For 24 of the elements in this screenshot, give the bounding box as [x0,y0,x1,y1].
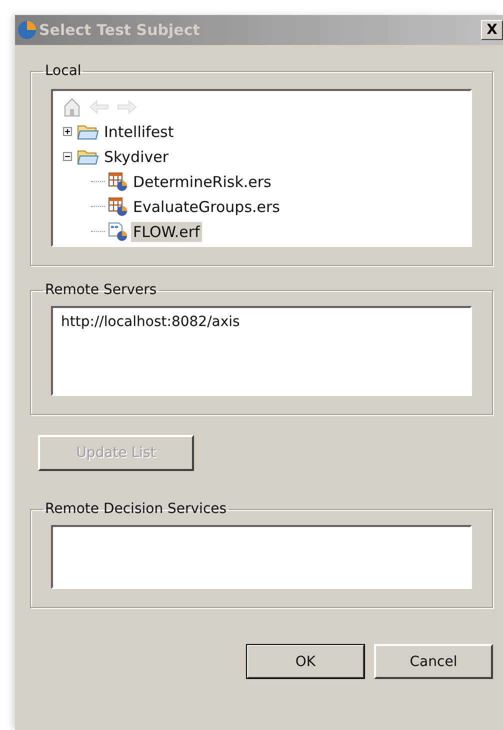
collapse-icon[interactable] [63,152,74,161]
window-title: Select Test Subject [39,21,201,39]
back-arrow-icon[interactable] [89,100,109,114]
table-icon [108,172,128,192]
app-logo-icon [17,20,37,40]
table-icon [108,196,128,216]
home-icon[interactable] [63,97,81,117]
document-icon [108,222,128,242]
group-label: Remote Decision Services [44,501,228,517]
tree-item[interactable]: Skydiver [102,146,171,166]
tree-item[interactable]: FLOW.erf [131,222,202,242]
group-label: Remote Servers [44,282,158,298]
ok-button[interactable]: OK [246,644,365,679]
tree-item[interactable]: Intellifest [102,122,176,142]
tree-item[interactable]: EvaluateGroups.ers [131,196,282,216]
folder-icon [77,123,99,140]
group-label: Local [44,63,82,79]
close-button[interactable]: X [481,20,503,40]
cancel-button[interactable]: Cancel [374,644,493,679]
list-item[interactable]: http://localhost:8082/axis [61,314,462,330]
folder-icon [77,148,99,165]
expand-icon[interactable] [63,127,74,136]
tree-item[interactable]: DetermineRisk.ers [131,172,274,192]
forward-arrow-icon[interactable] [117,100,137,114]
